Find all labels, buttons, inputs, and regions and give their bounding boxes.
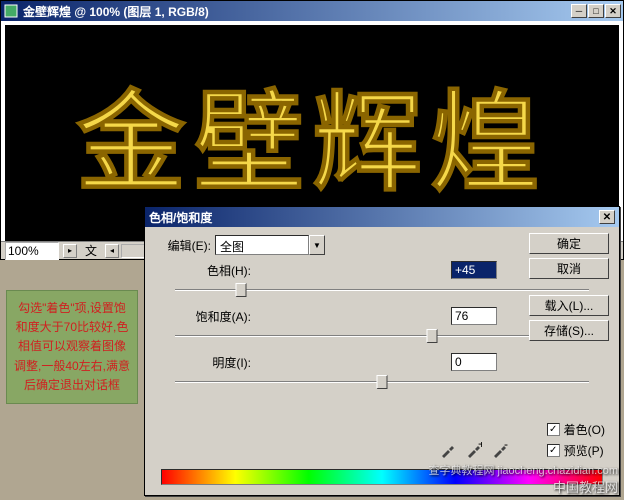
checkbox-icon: ✓ — [547, 423, 560, 436]
status-text: 文 — [85, 242, 97, 259]
preview-label: 预览(P) — [564, 442, 604, 459]
lightness-slider-thumb[interactable] — [377, 375, 388, 389]
document-titlebar[interactable]: 金壁辉煌 @ 100% (图层 1, RGB/8) ─ □ ✕ — [1, 1, 623, 21]
eyedropper-icon[interactable] — [439, 441, 457, 459]
cancel-button[interactable]: 取消 — [529, 258, 609, 279]
hue-slider[interactable] — [175, 281, 589, 299]
eyedropper-group: + - — [439, 441, 509, 459]
lightness-field[interactable]: 0 — [451, 353, 497, 371]
hue-gradient-bar — [161, 469, 603, 485]
eyedropper-minus-icon[interactable]: - — [491, 441, 509, 459]
checkbox-group: ✓ 着色(O) ✓ 预览(P) — [547, 421, 605, 459]
dialog-close-button[interactable]: ✕ — [599, 210, 615, 224]
load-button[interactable]: 载入(L)... — [529, 295, 609, 316]
edit-dropdown-value: 全图 — [215, 235, 309, 255]
saturation-label: 饱和度(A): — [155, 308, 255, 325]
hue-saturation-dialog: 色相/饱和度 ✕ 编辑(E): 全图 ▼ 色相(H): +45 饱和度(A): … — [144, 206, 620, 496]
hue-field[interactable]: +45 — [451, 261, 497, 279]
ok-button[interactable]: 确定 — [529, 233, 609, 254]
dialog-titlebar[interactable]: 色相/饱和度 ✕ — [145, 207, 619, 227]
minimize-button[interactable]: ─ — [571, 4, 587, 18]
gold-text-effect: 金壁辉煌 — [76, 53, 548, 213]
window-controls: ─ □ ✕ — [571, 4, 621, 18]
scroll-left-icon[interactable]: ◂ — [105, 244, 119, 258]
zoom-arrow-icon[interactable]: ▸ — [63, 244, 77, 258]
hue-slider-thumb[interactable] — [236, 283, 247, 297]
checkbox-icon: ✓ — [547, 444, 560, 457]
svg-text:-: - — [504, 442, 508, 451]
svg-text:+: + — [478, 442, 482, 451]
saturation-slider-thumb[interactable] — [426, 329, 437, 343]
colorize-label: 着色(O) — [564, 421, 605, 438]
document-icon — [3, 3, 19, 19]
lightness-label: 明度(I): — [155, 354, 255, 371]
preview-checkbox[interactable]: ✓ 预览(P) — [547, 442, 605, 459]
dialog-title: 色相/饱和度 — [149, 209, 599, 226]
zoom-field[interactable]: 100% — [5, 242, 59, 260]
edit-label: 编辑(E): — [155, 237, 215, 254]
maximize-button[interactable]: □ — [588, 4, 604, 18]
close-button[interactable]: ✕ — [605, 4, 621, 18]
dialog-button-column: 确定 取消 载入(L)... 存储(S)... — [529, 233, 609, 341]
save-button[interactable]: 存储(S)... — [529, 320, 609, 341]
annotation-box: 勾选"着色"项,设置饱和度大于70比较好,色相值可以观察着图像调整,一般40左右… — [6, 290, 138, 404]
saturation-slider[interactable] — [175, 327, 589, 345]
chevron-down-icon[interactable]: ▼ — [309, 235, 325, 255]
eyedropper-plus-icon[interactable]: + — [465, 441, 483, 459]
lightness-slider[interactable] — [175, 373, 589, 391]
colorize-checkbox[interactable]: ✓ 着色(O) — [547, 421, 605, 438]
dialog-body: 编辑(E): 全图 ▼ 色相(H): +45 饱和度(A): 76 明度(I): — [145, 227, 619, 495]
edit-dropdown[interactable]: 全图 ▼ — [215, 235, 325, 255]
document-title: 金壁辉煌 @ 100% (图层 1, RGB/8) — [23, 3, 571, 20]
saturation-field[interactable]: 76 — [451, 307, 497, 325]
hue-label: 色相(H): — [155, 262, 255, 279]
